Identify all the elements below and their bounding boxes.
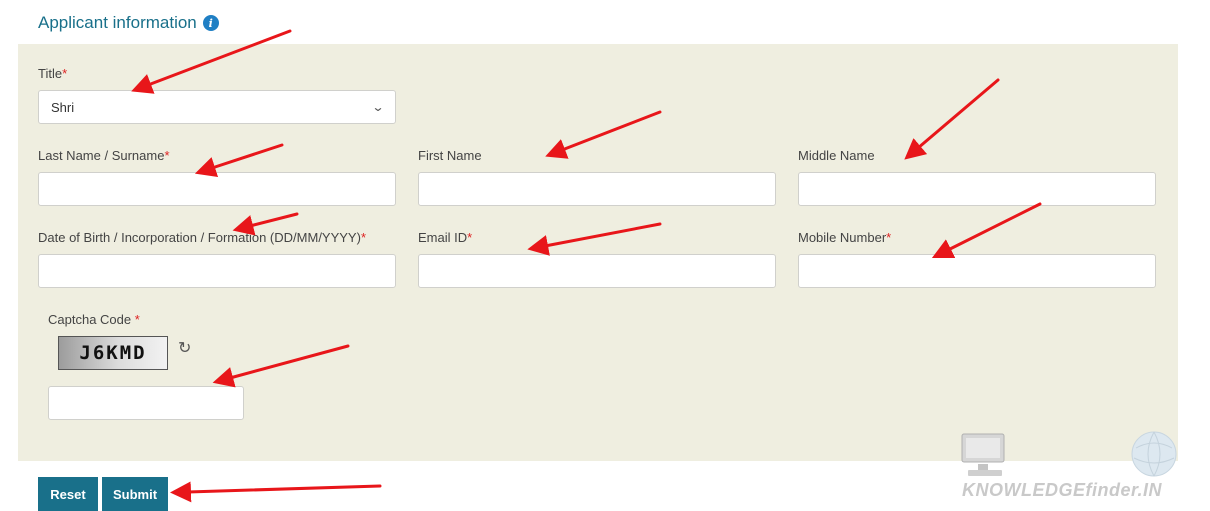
title-select-value: Shri — [51, 99, 75, 115]
refresh-icon[interactable]: ↻ — [178, 338, 191, 358]
middle-name-input[interactable] — [798, 172, 1156, 206]
title-select[interactable]: Shri ⌄ — [38, 90, 396, 124]
required-mark: * — [360, 230, 366, 245]
required-mark: * — [467, 230, 473, 245]
email-input[interactable] — [418, 254, 776, 288]
required-mark: * — [886, 230, 892, 245]
captcha-input[interactable] — [48, 386, 244, 420]
submit-button[interactable]: Submit — [102, 477, 168, 511]
reset-button[interactable]: Reset — [38, 477, 98, 511]
title-label: Title* — [38, 66, 68, 81]
first-name-input[interactable] — [418, 172, 776, 206]
computer-icon — [961, 431, 1177, 477]
info-icon[interactable]: i — [202, 15, 219, 31]
middle-name-label: Middle Name — [798, 148, 875, 163]
section-title: Applicant information i — [38, 13, 219, 33]
section-title-text: Applicant information — [38, 13, 197, 32]
email-label: Email ID* — [418, 230, 473, 245]
captcha-image: J6KMD — [58, 336, 168, 370]
watermark-logo: KNOWLEDGEfinder.IN — [958, 428, 1194, 508]
required-mark: * — [164, 148, 170, 163]
dob-label: Date of Birth / Incorporation / Formatio… — [38, 230, 366, 245]
last-name-label: Last Name / Surname* — [38, 148, 170, 163]
required-mark: * — [134, 312, 140, 327]
required-mark: * — [62, 66, 68, 81]
mobile-label: Mobile Number* — [798, 230, 892, 245]
dob-input[interactable] — [38, 254, 396, 288]
watermark-text: KNOWLEDGEfinder.IN — [962, 480, 1163, 500]
mobile-input[interactable] — [798, 254, 1156, 288]
last-name-input[interactable] — [38, 172, 396, 206]
arrow — [170, 481, 382, 503]
captcha-label: Captcha Code * — [48, 312, 140, 327]
chevron-down-icon: ⌄ — [371, 100, 385, 114]
first-name-label: First Name — [418, 148, 482, 163]
